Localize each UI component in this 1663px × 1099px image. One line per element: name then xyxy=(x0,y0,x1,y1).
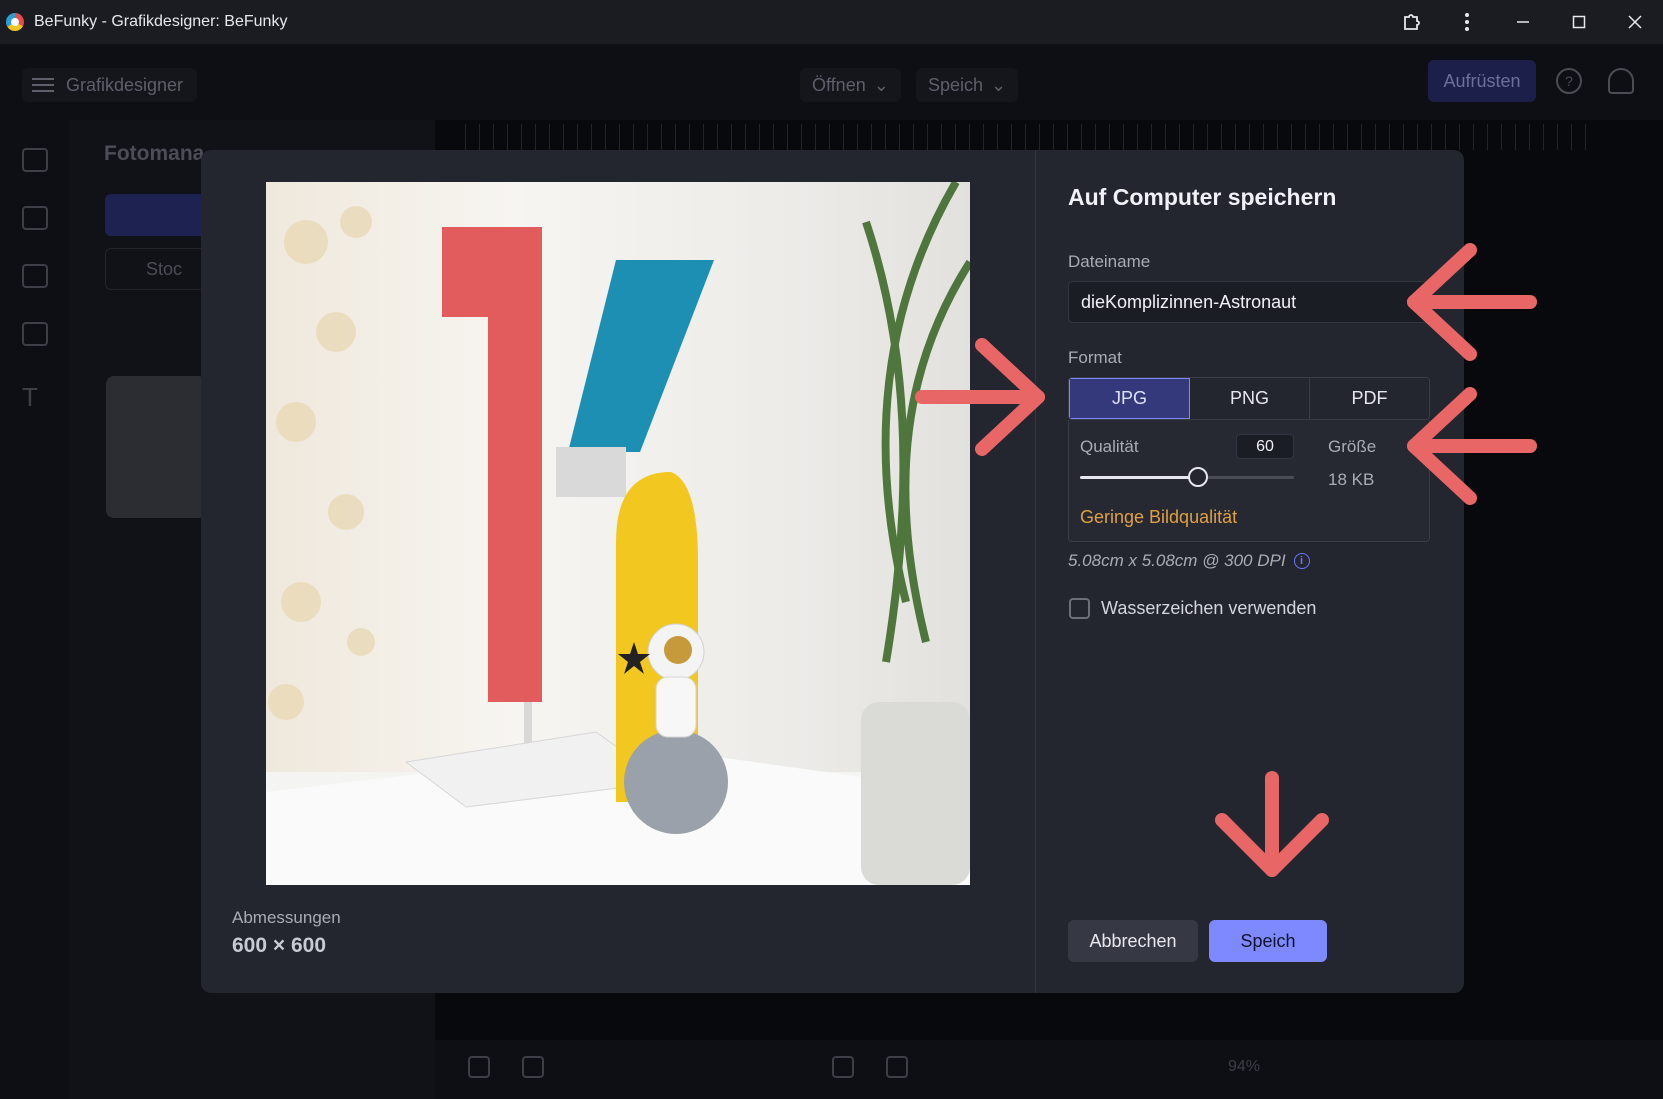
stock-search-input[interactable]: Stoc xyxy=(105,248,215,290)
filename-input[interactable] xyxy=(1068,281,1430,323)
panel-action-button[interactable] xyxy=(105,194,215,236)
kebab-menu-icon[interactable] xyxy=(1439,0,1495,44)
format-jpg-button[interactable]: JPG xyxy=(1069,378,1190,419)
dialog-title: Auf Computer speichern xyxy=(1068,184,1337,210)
zoom-level: 94% xyxy=(1228,1058,1261,1075)
dimensions-value: 600 × 600 xyxy=(232,934,327,957)
photo-thumbnail[interactable] xyxy=(106,376,206,518)
window-title-bar: BeFunky - Grafikdesigner: BeFunky xyxy=(0,0,1663,44)
close-icon[interactable] xyxy=(1607,0,1663,44)
size-label: Größe xyxy=(1328,437,1377,456)
shrink-icon[interactable] xyxy=(886,1056,908,1078)
chevron-down-icon: ⌄ xyxy=(873,74,889,95)
panel-title: Fotomana xyxy=(104,142,205,165)
user-icon[interactable] xyxy=(1608,68,1634,94)
size-value: 18 KB xyxy=(1328,470,1375,489)
open-dropdown[interactable]: Öffnen ⌄ xyxy=(800,68,901,102)
format-label: Format xyxy=(1068,348,1122,367)
save-button[interactable]: Speich xyxy=(1209,920,1327,962)
save-label: Speich xyxy=(928,74,984,95)
maximize-icon[interactable] xyxy=(1551,0,1607,44)
image-preview xyxy=(266,182,970,885)
annotation-arrow-left-icon xyxy=(1407,243,1537,361)
quality-value-input[interactable]: 60 xyxy=(1236,434,1294,459)
quality-slider-fill xyxy=(1080,476,1198,479)
puzzle-icon[interactable] xyxy=(1383,0,1439,44)
annotation-arrow-right-icon xyxy=(915,338,1045,456)
info-icon[interactable]: i xyxy=(1293,553,1310,569)
open-label: Öffnen xyxy=(812,74,866,95)
minimize-icon[interactable] xyxy=(1495,0,1551,44)
shapes-icon[interactable] xyxy=(22,322,48,346)
watermark-label[interactable]: Wasserzeichen verwenden xyxy=(1101,598,1316,619)
annotation-arrow-left-icon xyxy=(1407,387,1537,505)
quality-slider-thumb[interactable] xyxy=(1187,467,1208,487)
dialog-divider xyxy=(1035,150,1036,993)
dpi-info-text: 5.08cm x 5.08cm @ 300 DPI xyxy=(1068,551,1286,570)
image-icon[interactable] xyxy=(22,148,48,172)
grid-icon[interactable] xyxy=(522,1056,544,1078)
tool-rail: T xyxy=(0,120,70,1099)
dimensions-label: Abmessungen xyxy=(232,908,341,927)
help-icon[interactable]: ? xyxy=(1556,68,1582,94)
adjust-icon[interactable] xyxy=(22,206,48,230)
layers-icon[interactable] xyxy=(468,1056,490,1078)
cancel-button[interactable]: Abbrechen xyxy=(1068,920,1198,962)
app-menu-button[interactable]: Grafikdesigner xyxy=(22,68,197,102)
filename-label: Dateiname xyxy=(1068,252,1151,271)
dpi-info: 5.08cm x 5.08cm @ 300 DPI i xyxy=(1068,551,1310,571)
quality-slider[interactable] xyxy=(1080,467,1294,487)
app-menu-label: Grafikdesigner xyxy=(66,74,184,95)
window-title: BeFunky - Grafikdesigner: BeFunky xyxy=(34,13,288,30)
save-dropdown[interactable]: Speich ⌄ xyxy=(916,68,1019,102)
upgrade-button[interactable]: Aufrüsten xyxy=(1428,60,1536,102)
hamburger-icon xyxy=(32,78,54,92)
quality-warning: Geringe Bildqualität xyxy=(1080,507,1238,527)
format-selector: JPG PNG PDF xyxy=(1068,377,1430,420)
window-controls xyxy=(1383,0,1663,44)
app-toolbar: Grafikdesigner Öffnen ⌄ Speich ⌄ xyxy=(0,44,1663,120)
format-png-button[interactable]: PNG xyxy=(1190,378,1310,419)
watermark-checkbox[interactable] xyxy=(1069,598,1090,619)
quality-label: Qualität xyxy=(1080,437,1139,456)
bottom-bar xyxy=(435,1040,1663,1099)
ruler xyxy=(465,124,1595,150)
chevron-down-icon: ⌄ xyxy=(991,74,1007,95)
layout-icon[interactable] xyxy=(22,264,48,288)
befunky-logo-icon xyxy=(6,13,24,31)
fit-icon[interactable] xyxy=(832,1056,854,1078)
text-icon[interactable]: T xyxy=(22,382,48,412)
annotation-arrow-down-icon xyxy=(1215,771,1329,877)
